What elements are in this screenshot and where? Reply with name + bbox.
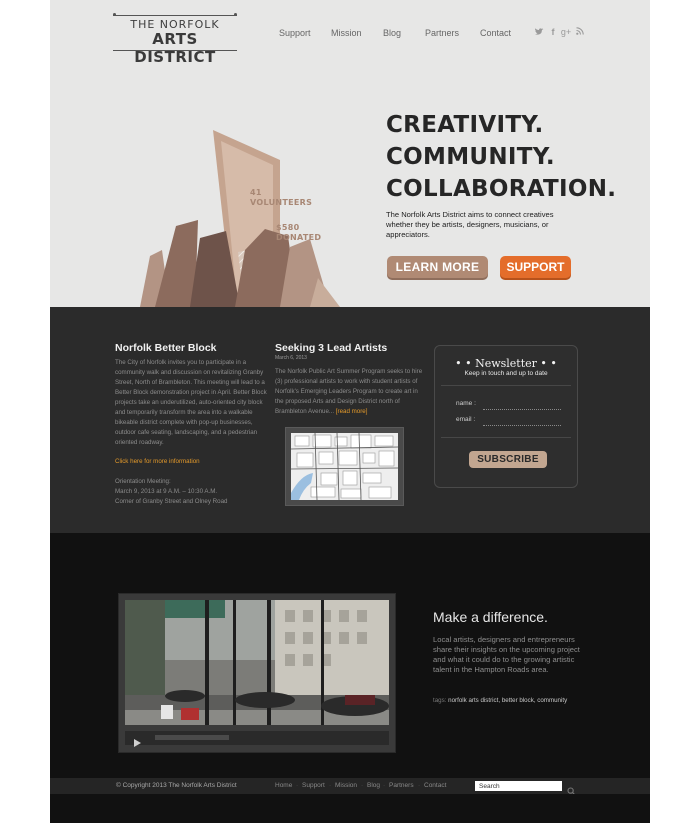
feature-section: Make a difference. Local artists, design… bbox=[50, 533, 650, 778]
stat-donated-value: $580 bbox=[276, 223, 300, 232]
footer-link-contact[interactable]: Contact bbox=[424, 782, 446, 789]
post-title[interactable]: Norfolk Better Block bbox=[115, 342, 217, 354]
separator: · bbox=[383, 782, 386, 789]
logo-dot bbox=[113, 13, 116, 16]
footer: © Copyright 2013 The Norfolk Arts Distri… bbox=[50, 778, 650, 796]
post-date: March 6, 2013 bbox=[275, 355, 307, 361]
logo-rule bbox=[113, 15, 237, 16]
hero-section: THE NORFOLK ARTS DISTRICT Support Missio… bbox=[50, 0, 650, 307]
newsletter-title: • • Newsletter • • bbox=[455, 357, 557, 370]
page: THE NORFOLK ARTS DISTRICT Support Missio… bbox=[50, 0, 650, 823]
map-thumbnail[interactable] bbox=[285, 427, 404, 506]
news-section: Norfolk Better Block The City of Norfolk… bbox=[50, 307, 650, 533]
google-plus-icon[interactable]: g+ bbox=[560, 27, 572, 39]
name-label: name : bbox=[456, 400, 476, 407]
logo-rule bbox=[113, 50, 237, 51]
more-info-link[interactable]: Click here for more information bbox=[115, 457, 200, 467]
nav-support[interactable]: Support bbox=[279, 28, 311, 38]
site-logo[interactable]: THE NORFOLK ARTS DISTRICT bbox=[113, 12, 237, 66]
divider bbox=[441, 385, 571, 386]
separator: · bbox=[296, 782, 299, 789]
stat-donated-label: DONATED bbox=[276, 233, 322, 242]
headline-line: COMMUNITY. bbox=[386, 144, 555, 170]
twitter-icon[interactable] bbox=[534, 27, 544, 39]
tags-line: tags: norfolk arts district, better bloc… bbox=[433, 697, 568, 704]
footer-link-blog[interactable]: Blog bbox=[367, 782, 380, 789]
rss-icon[interactable] bbox=[575, 27, 585, 39]
email-field[interactable] bbox=[483, 419, 561, 426]
name-field[interactable] bbox=[483, 403, 561, 410]
hero-headline: CREATIVITY. COMMUNITY. COLLABORATION. bbox=[386, 109, 646, 205]
nav-contact[interactable]: Contact bbox=[480, 28, 511, 38]
tag-link[interactable]: better block bbox=[502, 697, 534, 704]
search-input[interactable] bbox=[475, 781, 562, 791]
meeting-place: Corner of Granby Street and Olney Road bbox=[115, 498, 228, 505]
support-button[interactable]: SUPPORT bbox=[500, 256, 571, 278]
map-image bbox=[291, 433, 398, 500]
hero-illustration: 41 VOLUNTEERS $580 DONATED bbox=[140, 128, 340, 307]
facebook-icon[interactable]: f bbox=[548, 27, 558, 39]
logo-line-2: ARTS DISTRICT bbox=[134, 30, 216, 66]
play-icon[interactable] bbox=[131, 733, 143, 747]
newsletter-box: • • Newsletter • • Keep in touch and up … bbox=[434, 345, 578, 488]
page-bottom bbox=[50, 794, 650, 823]
post-body: The City of Norfolk invites you to parti… bbox=[115, 359, 267, 446]
tag-link[interactable]: norfolk arts district bbox=[448, 697, 498, 704]
meeting-time: March 9, 2013 at 9 A.M. – 10:30 A.M. bbox=[115, 488, 218, 495]
video-frame bbox=[125, 600, 389, 725]
subscribe-button[interactable]: SUBSCRIBE bbox=[469, 451, 547, 468]
separator: · bbox=[418, 782, 421, 789]
footer-link-support[interactable]: Support bbox=[302, 782, 325, 789]
nav-mission[interactable]: Mission bbox=[331, 28, 362, 38]
feature-body: Local artists, designers and entrepreneu… bbox=[433, 635, 580, 674]
read-more-link[interactable]: [read more] bbox=[336, 408, 368, 415]
feature-title: Make a difference. bbox=[433, 609, 548, 625]
video-player[interactable] bbox=[118, 593, 396, 753]
stat-volunteers-label: VOLUNTEERS bbox=[250, 198, 313, 207]
tags-label: tags: bbox=[433, 697, 447, 704]
learn-more-button[interactable]: LEARN MORE bbox=[387, 256, 488, 278]
tag-link[interactable]: community bbox=[537, 697, 567, 704]
separator: · bbox=[329, 782, 332, 789]
newsletter-subtitle: Keep in touch and up to date bbox=[464, 370, 548, 377]
footer-link-partners[interactable]: Partners bbox=[389, 782, 414, 789]
separator: · bbox=[361, 782, 364, 789]
divider bbox=[441, 437, 571, 438]
headline-line: COLLABORATION. bbox=[386, 176, 617, 202]
hero-description: The Norfolk Arts District aims to connec… bbox=[386, 210, 554, 239]
stat-volunteers-value: 41 bbox=[250, 188, 262, 197]
nav-partners[interactable]: Partners bbox=[425, 28, 459, 38]
footer-link-mission[interactable]: Mission bbox=[335, 782, 357, 789]
nav-blog[interactable]: Blog bbox=[383, 28, 401, 38]
copyright: © Copyright 2013 The Norfolk Arts Distri… bbox=[116, 782, 237, 789]
email-label: email : bbox=[456, 416, 476, 423]
headline-line: CREATIVITY. bbox=[386, 112, 544, 138]
search-icon[interactable] bbox=[567, 781, 576, 796]
post-body: The Norfolk Public Art Summer Program se… bbox=[275, 367, 427, 417]
post-title[interactable]: Seeking 3 Lead Artists bbox=[275, 342, 387, 354]
logo-dot bbox=[234, 13, 237, 16]
video-controls bbox=[125, 731, 389, 747]
footer-link-home[interactable]: Home bbox=[275, 782, 292, 789]
meeting-label: Orientation Meeting: bbox=[115, 478, 171, 485]
progress-bar[interactable] bbox=[155, 735, 229, 740]
